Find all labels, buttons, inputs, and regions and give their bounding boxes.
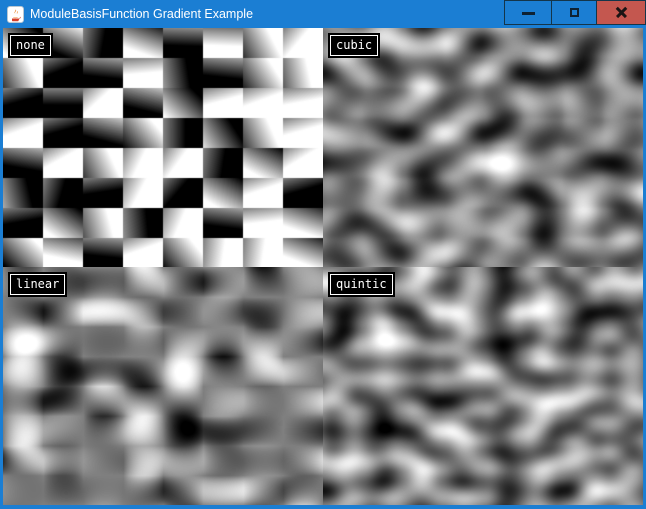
minimize-icon <box>522 12 535 15</box>
quadrant-quintic: quintic <box>323 267 643 505</box>
maximize-icon <box>570 8 579 17</box>
noise-label: none <box>10 35 51 56</box>
noise-label: linear <box>10 274 65 295</box>
minimize-button[interactable] <box>504 0 551 25</box>
render-area: none cubic linear quintic <box>3 28 643 505</box>
close-icon <box>616 7 627 18</box>
noise-canvas-none <box>3 28 323 267</box>
app-window: ModuleBasisFunction Gradient Example non… <box>0 0 646 509</box>
quadrant-linear: linear <box>3 267 323 505</box>
titlebar[interactable]: ModuleBasisFunction Gradient Example <box>0 0 646 28</box>
maximize-button[interactable] <box>551 0 597 25</box>
noise-canvas-quintic <box>323 267 643 505</box>
noise-canvas-cubic <box>323 28 643 267</box>
quadrant-none: none <box>3 28 323 267</box>
noise-label: quintic <box>330 274 393 295</box>
caption-buttons <box>504 0 646 25</box>
close-button[interactable] <box>597 0 646 25</box>
noise-canvas-linear <box>3 267 323 505</box>
noise-label: cubic <box>330 35 378 56</box>
quadrant-cubic: cubic <box>323 28 643 267</box>
java-icon <box>7 6 24 23</box>
